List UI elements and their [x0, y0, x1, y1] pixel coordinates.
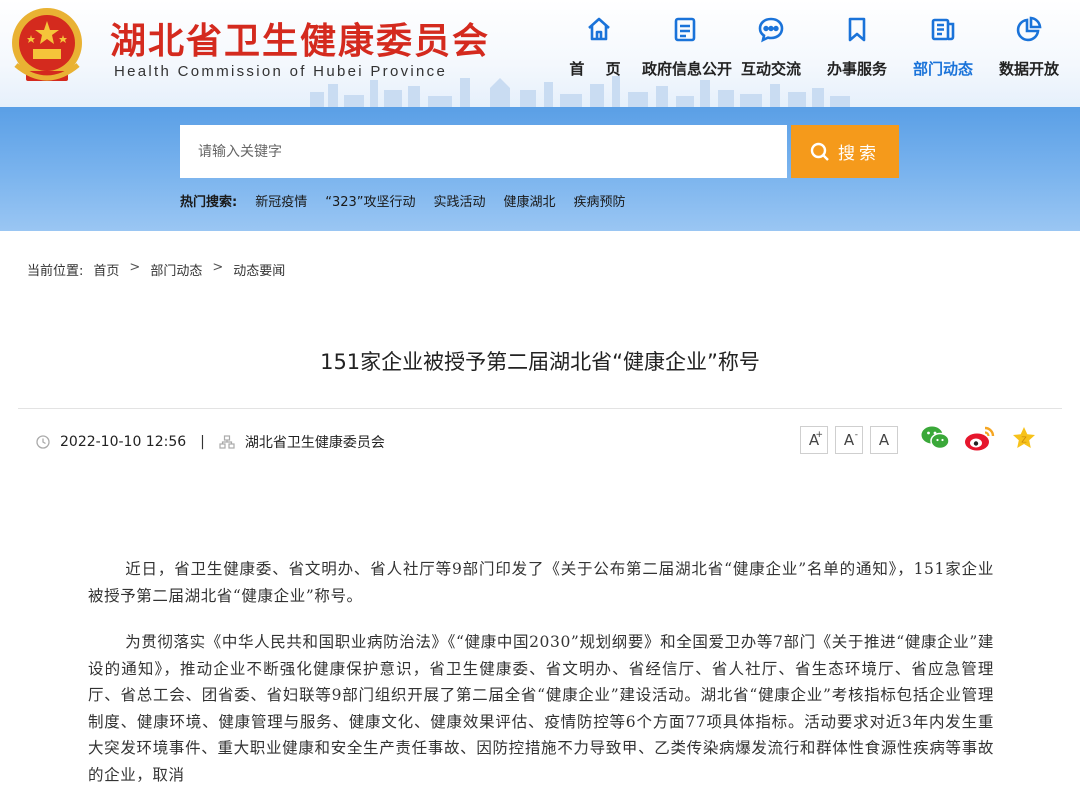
nav-item-interaction[interactable]: 互动交流 [728, 12, 814, 79]
home-icon [556, 12, 642, 46]
bookmark-icon [814, 12, 900, 46]
search-input[interactable] [180, 125, 787, 178]
hot-link[interactable]: “323”攻坚行动 [325, 191, 415, 210]
share-tools: Z [920, 424, 1038, 452]
breadcrumb-home[interactable]: 首页 [93, 260, 119, 279]
hot-link[interactable]: 疾病预防 [574, 191, 626, 210]
font-button-sup: + [815, 430, 823, 440]
breadcrumb-headlines[interactable]: 动态要闻 [233, 260, 285, 279]
article-title: 151家企业被授予第二届湖北省“健康企业”称号 [320, 350, 760, 374]
nav-item-services[interactable]: 办事服务 [814, 12, 900, 79]
font-button-sup: - [854, 430, 858, 440]
article-body: 近日，省卫生健康委、省文明办、省人社厅等9部门印发了《关于公布第二届湖北省“健康… [88, 556, 994, 791]
news-icon [900, 12, 986, 46]
favorite-star-icon[interactable]: Z [1010, 424, 1038, 452]
chat-icon [728, 12, 814, 46]
nav-label: 办事服务 [826, 60, 887, 78]
breadcrumb-prefix: 当前位置: [27, 264, 84, 279]
nav-item-open-data[interactable]: 数据开放 [986, 12, 1072, 79]
breadcrumb-department-news[interactable]: 部门动态 [150, 260, 202, 279]
hot-searches: 热门搜索: 新冠疫情 “323”攻坚行动 实践活动 健康湖北 疾病预防 [180, 191, 644, 210]
nav-item-department-news[interactable]: 部门动态 [900, 12, 986, 79]
font-decrease-button[interactable]: A- [835, 426, 863, 454]
article-paragraph: 近日，省卫生健康委、省文明办、省人社厅等9部门印发了《关于公布第二届湖北省“健康… [88, 560, 994, 605]
article-source: 湖北省卫生健康委员会 [244, 435, 385, 451]
clock-icon [36, 435, 50, 449]
title-divider [18, 408, 1062, 409]
breadcrumb-separator: > [129, 260, 141, 275]
wechat-share-icon[interactable] [920, 424, 950, 452]
hot-link[interactable]: 新冠疫情 [255, 191, 307, 210]
pie-chart-icon [986, 12, 1072, 46]
font-reset-button[interactable]: A [870, 426, 898, 454]
font-size-tools: A + A- A [800, 426, 898, 454]
nav-label: 部门动态 [912, 60, 973, 78]
font-button-label: A [878, 431, 890, 449]
site-title: 湖北省卫生健康委员会 [110, 20, 491, 62]
article-datetime: 2022-10-10 12:56 [60, 434, 187, 450]
hot-link[interactable]: 实践活动 [434, 191, 486, 210]
svg-text:Z: Z [1021, 436, 1027, 445]
organization-icon [219, 435, 235, 449]
search-band: 搜索 热门搜索: 新冠疫情 “323”攻坚行动 实践活动 健康湖北 疾病预防 [0, 107, 1080, 231]
search-button-label: 搜索 [838, 144, 880, 164]
site-subtitle: Health Commission of Hubei Province [114, 63, 448, 80]
font-increase-button[interactable]: A + [800, 426, 828, 454]
nav-label: 互动交流 [740, 60, 801, 78]
meta-divider: | [200, 434, 205, 450]
hot-searches-title: 热门搜索: [180, 195, 238, 210]
article-meta: 2022-10-10 12:56 | 湖北省卫生健康委员会 [36, 432, 385, 452]
main-nav: 首 页 政府信息公开 互动交流 办事服务 部门动态 数据开放 [556, 12, 1072, 79]
nav-item-home[interactable]: 首 页 [556, 12, 642, 79]
breadcrumb: 当前位置: 首页 > 部门动态 > 动态要闻 [27, 260, 285, 279]
document-icon [642, 12, 728, 46]
article-paragraph: 为贯彻落实《中华人民共和国职业病防治法》《“健康中国2030”规划纲要》和全国爱… [88, 633, 994, 784]
nav-label: 数据开放 [998, 60, 1059, 78]
nav-label: 政府信息公开 [642, 60, 733, 78]
site-header: 湖北省卫生健康委员会 Health Commission of Hubei Pr… [0, 0, 1080, 107]
nav-label: 首 页 [569, 60, 629, 78]
search-button[interactable]: 搜索 [791, 125, 899, 178]
search-icon [810, 142, 829, 161]
hot-link[interactable]: 健康湖北 [504, 191, 556, 210]
nav-item-gov-info[interactable]: 政府信息公开 [642, 12, 733, 79]
national-emblem-logo [12, 8, 82, 81]
breadcrumb-separator: > [212, 260, 224, 275]
font-button-label: A [843, 431, 855, 449]
weibo-share-icon[interactable] [964, 424, 996, 452]
